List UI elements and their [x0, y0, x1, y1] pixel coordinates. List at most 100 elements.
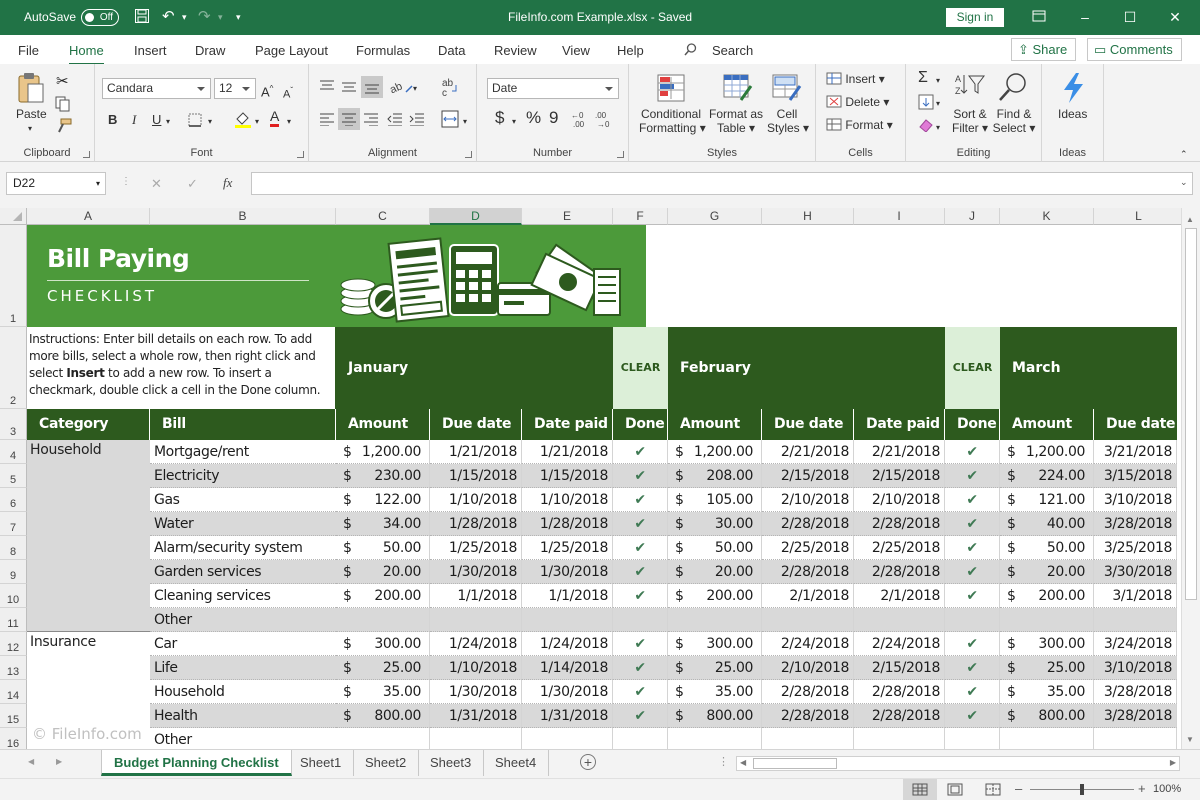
date-paid-cell[interactable]: 2/28/2018 — [854, 680, 945, 704]
format-painter-icon[interactable] — [56, 118, 72, 137]
category-household-cell[interactable]: Household — [27, 440, 150, 632]
align-center-icon[interactable] — [338, 108, 360, 130]
zoom-out-button[interactable]: – — [1015, 781, 1022, 796]
select-all-corner[interactable] — [0, 208, 27, 225]
amount-cell[interactable] — [1000, 608, 1094, 632]
clear-button-february[interactable]: CLEAR — [945, 327, 1000, 409]
column-header-g[interactable]: G — [668, 208, 762, 225]
tab-review[interactable]: Review — [494, 43, 537, 58]
date-paid-cell[interactable]: 1/25/2018 — [522, 536, 613, 560]
format-as-table-icon[interactable] — [723, 74, 753, 105]
date-paid-cell[interactable]: 1/30/2018 — [522, 680, 613, 704]
paste-label[interactable]: Paste — [16, 107, 47, 121]
sheet-tab-sheet3[interactable]: Sheet3 — [418, 750, 485, 776]
date-paid-cell[interactable]: 1/10/2018 — [522, 488, 613, 512]
collapse-ribbon-icon[interactable]: ⌃ — [1180, 146, 1188, 162]
done-checkmark-cell[interactable]: ✔ — [945, 560, 1000, 584]
bill-name-cell[interactable]: Other — [150, 608, 336, 632]
scroll-left-icon[interactable]: ◀ — [740, 758, 746, 767]
cut-icon[interactable]: ✂ — [56, 72, 69, 90]
scroll-down-icon[interactable]: ▼ — [1186, 735, 1194, 744]
middle-align-icon[interactable] — [341, 80, 357, 97]
paste-icon[interactable] — [16, 72, 46, 107]
underline-button[interactable]: U — [152, 112, 161, 128]
due-date-cell[interactable]: 1/21/2018 — [430, 440, 522, 464]
amount-cell[interactable]: $50.00 — [1000, 536, 1094, 560]
date-paid-cell[interactable]: 1/1/2018 — [522, 584, 613, 608]
row-header-2[interactable]: 2 — [0, 327, 27, 409]
lightning-icon[interactable] — [1060, 72, 1086, 107]
done-checkmark-cell[interactable]: ✔ — [613, 584, 668, 608]
date-paid-cell[interactable]: 1/24/2018 — [522, 632, 613, 656]
autosum-dropdown-icon[interactable]: ▾ — [936, 73, 940, 89]
row-header-11[interactable]: 11 — [0, 608, 27, 632]
done-checkmark-cell[interactable]: ✔ — [613, 536, 668, 560]
bill-name-cell[interactable]: Mortgage/rent — [150, 440, 336, 464]
clipboard-launcher-icon[interactable] — [83, 151, 90, 158]
copy-icon[interactable] — [55, 96, 71, 115]
done-checkmark-cell[interactable]: ✔ — [945, 656, 1000, 680]
done-checkmark-cell[interactable]: ✔ — [945, 704, 1000, 728]
font-color-button[interactable]: A — [270, 109, 280, 127]
amount-cell[interactable]: $200.00 — [1000, 584, 1094, 608]
done-checkmark-cell[interactable]: ✔ — [945, 512, 1000, 536]
done-checkmark-cell[interactable]: ✔ — [613, 656, 668, 680]
comments-button[interactable]: ▭ Comments — [1087, 38, 1182, 61]
tab-file[interactable]: File — [18, 43, 39, 58]
due-date-cell[interactable]: 3/28/2018 — [1094, 680, 1177, 704]
column-header-b[interactable]: B — [150, 208, 336, 225]
due-date-cell[interactable]: 1/28/2018 — [430, 512, 522, 536]
scroll-up-icon[interactable]: ▲ — [1186, 215, 1194, 224]
due-date-cell[interactable]: 3/24/2018 — [1094, 632, 1177, 656]
zoom-slider-thumb[interactable] — [1080, 784, 1084, 795]
next-sheet-icon[interactable]: ▶ — [56, 757, 62, 766]
date-paid-cell[interactable]: 1/31/2018 — [522, 704, 613, 728]
sheet-tab-sheet1[interactable]: Sheet1 — [288, 750, 355, 776]
amount-cell[interactable] — [336, 608, 430, 632]
sheet-tab-sheet4[interactable]: Sheet4 — [483, 750, 550, 776]
amount-cell[interactable]: $20.00 — [1000, 560, 1094, 584]
find-select-button[interactable]: Find & Select ▾ — [992, 107, 1036, 135]
date-paid-cell[interactable]: 2/28/2018 — [854, 704, 945, 728]
done-checkmark-cell[interactable]: ✔ — [613, 680, 668, 704]
tab-split-grip-icon[interactable]: ⋮ — [718, 755, 729, 768]
borders-icon[interactable] — [187, 112, 203, 131]
font-launcher-icon[interactable] — [297, 151, 304, 158]
amount-cell[interactable]: $1,200.00 — [1000, 440, 1094, 464]
row-header-13[interactable]: 13 — [0, 656, 27, 680]
amount-cell[interactable]: $800.00 — [1000, 704, 1094, 728]
zoom-level[interactable]: 100% — [1153, 783, 1181, 795]
amount-cell[interactable]: $25.00 — [336, 656, 430, 680]
row-header-10[interactable]: 10 — [0, 584, 27, 608]
due-date-cell[interactable] — [1094, 728, 1177, 749]
due-date-cell[interactable]: 3/25/2018 — [1094, 536, 1177, 560]
increase-decimal-icon[interactable]: ←0.00 — [571, 110, 591, 131]
tab-home[interactable]: Home — [69, 43, 104, 65]
row-header-5[interactable]: 5 — [0, 464, 27, 488]
due-date-cell[interactable]: 1/10/2018 — [430, 488, 522, 512]
ideas-button[interactable]: Ideas — [1058, 107, 1087, 121]
done-checkmark-cell[interactable]: ✔ — [613, 440, 668, 464]
due-date-cell[interactable]: 2/10/2018 — [762, 656, 854, 680]
amount-cell[interactable]: $20.00 — [336, 560, 430, 584]
font-name-dropdown[interactable]: Candara — [102, 78, 211, 99]
amount-cell[interactable]: $300.00 — [668, 632, 762, 656]
due-date-cell[interactable] — [1094, 608, 1177, 632]
done-checkmark-cell[interactable]: ✔ — [945, 584, 1000, 608]
vertical-scrollbar[interactable]: ▲ ▼ — [1181, 208, 1200, 749]
formula-input[interactable] — [251, 172, 1193, 195]
amount-cell[interactable]: $35.00 — [668, 680, 762, 704]
undo-icon[interactable]: ↶ — [162, 8, 175, 26]
done-checkmark-cell[interactable]: ✔ — [945, 440, 1000, 464]
amount-cell[interactable] — [668, 608, 762, 632]
row-header-3[interactable]: 3 — [0, 409, 27, 440]
due-date-cell[interactable]: 3/21/2018 — [1094, 440, 1177, 464]
conditional-formatting-icon[interactable] — [657, 74, 685, 105]
done-checkmark-cell[interactable]: ✔ — [613, 632, 668, 656]
fill-dropdown-icon[interactable]: ▾ — [936, 96, 940, 112]
amount-cell[interactable]: $20.00 — [668, 560, 762, 584]
done-checkmark-cell[interactable] — [613, 608, 668, 632]
date-paid-cell[interactable]: 2/28/2018 — [854, 560, 945, 584]
maximize-button[interactable]: ☐ — [1115, 6, 1145, 28]
column-header-f[interactable]: F — [613, 208, 668, 225]
